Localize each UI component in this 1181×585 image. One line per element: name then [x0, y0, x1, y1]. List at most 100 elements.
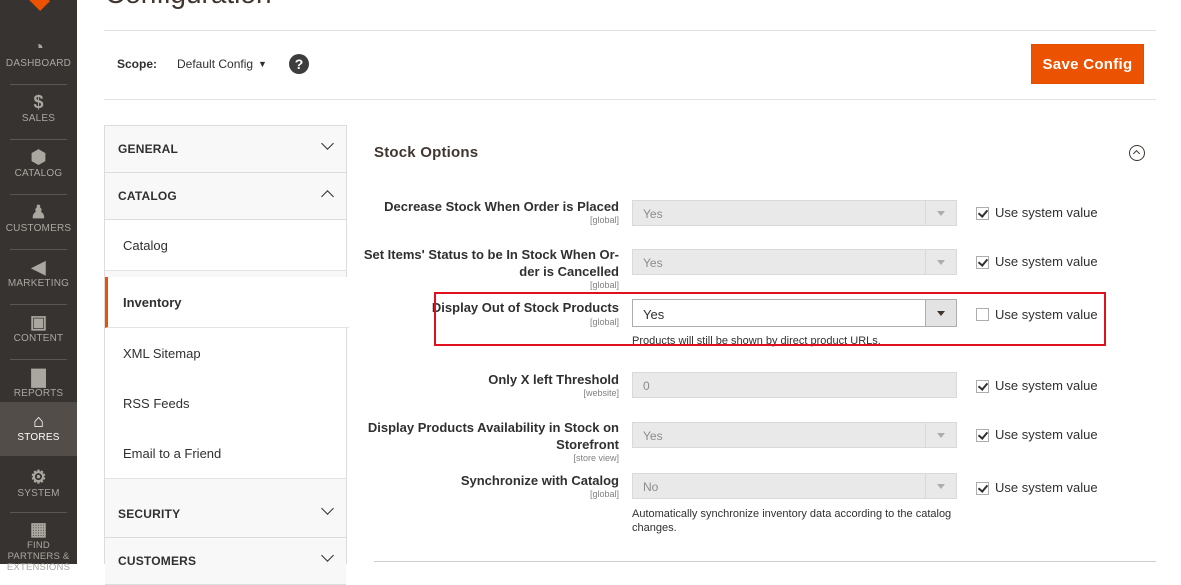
checkbox-label: Use system value	[995, 480, 1098, 495]
admin-sidebar: ◔ DASHBOARD $ SALES ⬢ CATALOG ♟ CUSTOMER…	[0, 0, 77, 573]
field-scope: [store view]	[573, 453, 619, 463]
nav-label: SYSTEM	[17, 488, 60, 499]
tab-label: CUSTOMERS	[118, 554, 197, 568]
nav-label: DASHBOARD	[5, 58, 72, 69]
tab-item-label: Inventory	[123, 295, 182, 310]
chevron-down-icon	[321, 137, 334, 150]
field-scope: [website]	[583, 388, 619, 398]
tab-item-catalog[interactable]: Catalog	[105, 220, 346, 271]
select-value: Yes	[643, 207, 663, 221]
store-icon: ⌂	[33, 411, 44, 431]
field-label: Decrease Stock When Order is Placed	[384, 199, 619, 214]
tab-item-email-friend[interactable]: Email to a Friend	[105, 428, 346, 479]
tab-security[interactable]: SECURITY	[105, 491, 346, 538]
section-divider	[374, 561, 1156, 562]
tab-item-label: Email to a Friend	[123, 446, 222, 461]
chevron-down-icon	[925, 423, 956, 447]
highlight-box	[434, 292, 1106, 346]
checkbox-label: Use system value	[995, 378, 1098, 393]
tab-catalog[interactable]: CATALOG	[105, 173, 346, 220]
field-comment: Automatically synchronize inventory data…	[632, 508, 952, 520]
tab-general[interactable]: GENERAL	[105, 126, 346, 173]
nav-label: SALES	[21, 113, 56, 124]
tab-item-label: XML Sitemap	[123, 346, 201, 361]
nav-dashboard[interactable]: ◔ DASHBOARD	[0, 30, 77, 84]
tab-item-inventory[interactable]: Inventory	[105, 277, 349, 328]
tab-label: CATALOG	[118, 189, 177, 203]
scope-bar: Scope: Default Config ▼ ? Save Config	[104, 30, 1156, 100]
checkbox-label: Use system value	[995, 254, 1098, 269]
nav-label: REPORTS	[13, 388, 64, 399]
nav-label: CONTENT	[13, 333, 64, 344]
chevron-down-icon	[925, 250, 956, 274]
field-label: der is Cancelled	[519, 264, 619, 279]
megaphone-icon: ◀	[31, 257, 46, 277]
chevron-down-icon	[321, 549, 334, 562]
decrease-stock-select[interactable]: Yes	[632, 200, 957, 226]
chevron-down-icon	[321, 502, 334, 515]
caret-down-icon[interactable]: ▼	[258, 59, 267, 69]
nav-label: STORES	[17, 432, 60, 443]
field-label: Synchronize with Catalog	[460, 473, 619, 488]
nav-sales[interactable]: $ SALES	[0, 85, 77, 139]
tab-item-rss-feeds[interactable]: RSS Feeds	[105, 378, 346, 429]
tab-label: GENERAL	[118, 142, 179, 156]
threshold-system-checkbox[interactable]	[976, 380, 989, 393]
nav-stores[interactable]: ⌂ STORES	[0, 402, 77, 456]
help-icon[interactable]: ?	[289, 54, 309, 74]
sync-system-checkbox[interactable]	[976, 482, 989, 495]
chevron-down-icon	[925, 201, 956, 225]
select-value: No	[643, 480, 659, 494]
nav-divider	[10, 512, 67, 513]
field-scope: [global]	[589, 215, 619, 225]
availability-system-checkbox[interactable]	[976, 429, 989, 442]
decrease-system-checkbox[interactable]	[976, 207, 989, 220]
nav-label: CUSTOMERS	[5, 223, 72, 234]
bar-chart-icon: ▇	[31, 367, 46, 387]
field-label: Display Products Availability in Stock o…	[367, 420, 619, 435]
field-scope: [global]	[589, 280, 619, 290]
select-value: Yes	[643, 429, 663, 443]
nav-catalog[interactable]: ⬢ CATALOG	[0, 140, 77, 194]
magento-logo[interactable]	[25, 0, 51, 12]
nav-label: MARKETING	[7, 278, 70, 289]
dollar-icon: $	[33, 92, 44, 112]
dashboard-icon: ◔	[33, 37, 44, 57]
select-value: Yes	[643, 256, 663, 270]
sync-catalog-select[interactable]: No	[632, 473, 957, 499]
nav-marketing[interactable]: ◀ MARKETING	[0, 250, 77, 304]
nav-find-partners[interactable]: ▦ FIND PARTNERS & EXTENSIONS	[0, 514, 77, 573]
boxes-icon: ▦	[29, 519, 47, 539]
tab-label: SECURITY	[118, 507, 181, 521]
set-status-system-checkbox[interactable]	[976, 256, 989, 269]
tab-item-xml-sitemap[interactable]: XML Sitemap	[105, 328, 346, 379]
gear-icon: ⚙	[30, 467, 47, 487]
save-config-button[interactable]: Save Config	[1031, 44, 1144, 84]
tab-customers[interactable]: CUSTOMERS	[105, 538, 346, 585]
nav-content[interactable]: ▣ CONTENT	[0, 305, 77, 359]
set-status-select[interactable]: Yes	[632, 249, 957, 275]
field-scope: [global]	[589, 489, 619, 499]
field-comment: changes.	[632, 522, 677, 534]
cube-icon: ⬢	[30, 147, 47, 167]
field-label: Storefront	[556, 437, 619, 452]
nav-label: CATALOG	[14, 168, 63, 179]
section-title: Stock Options	[374, 144, 479, 161]
field-label: Set Items' Status to be In Stock When Or…	[363, 247, 619, 262]
nav-label: FIND PARTNERS & EXTENSIONS	[6, 540, 71, 573]
input-value: 0	[643, 379, 650, 393]
page-title: Configuration	[105, 0, 272, 10]
chevron-up-icon	[321, 190, 334, 203]
scope-label: Scope:	[117, 57, 158, 71]
layout-icon: ▣	[29, 312, 47, 332]
availability-select[interactable]: Yes	[632, 422, 957, 448]
nav-customers[interactable]: ♟ CUSTOMERS	[0, 195, 77, 249]
tab-item-label: Catalog	[123, 238, 168, 253]
scope-switcher[interactable]: Default Config	[177, 57, 253, 71]
nav-system[interactable]: ⚙ SYSTEM	[0, 460, 77, 514]
checkbox-label: Use system value	[995, 205, 1098, 220]
collapse-section-icon[interactable]	[1129, 145, 1145, 161]
threshold-input[interactable]: 0	[632, 372, 957, 398]
config-tabs: GENERAL CATALOG Catalog Inventory XML Si…	[104, 125, 349, 585]
chevron-down-icon	[925, 474, 956, 498]
